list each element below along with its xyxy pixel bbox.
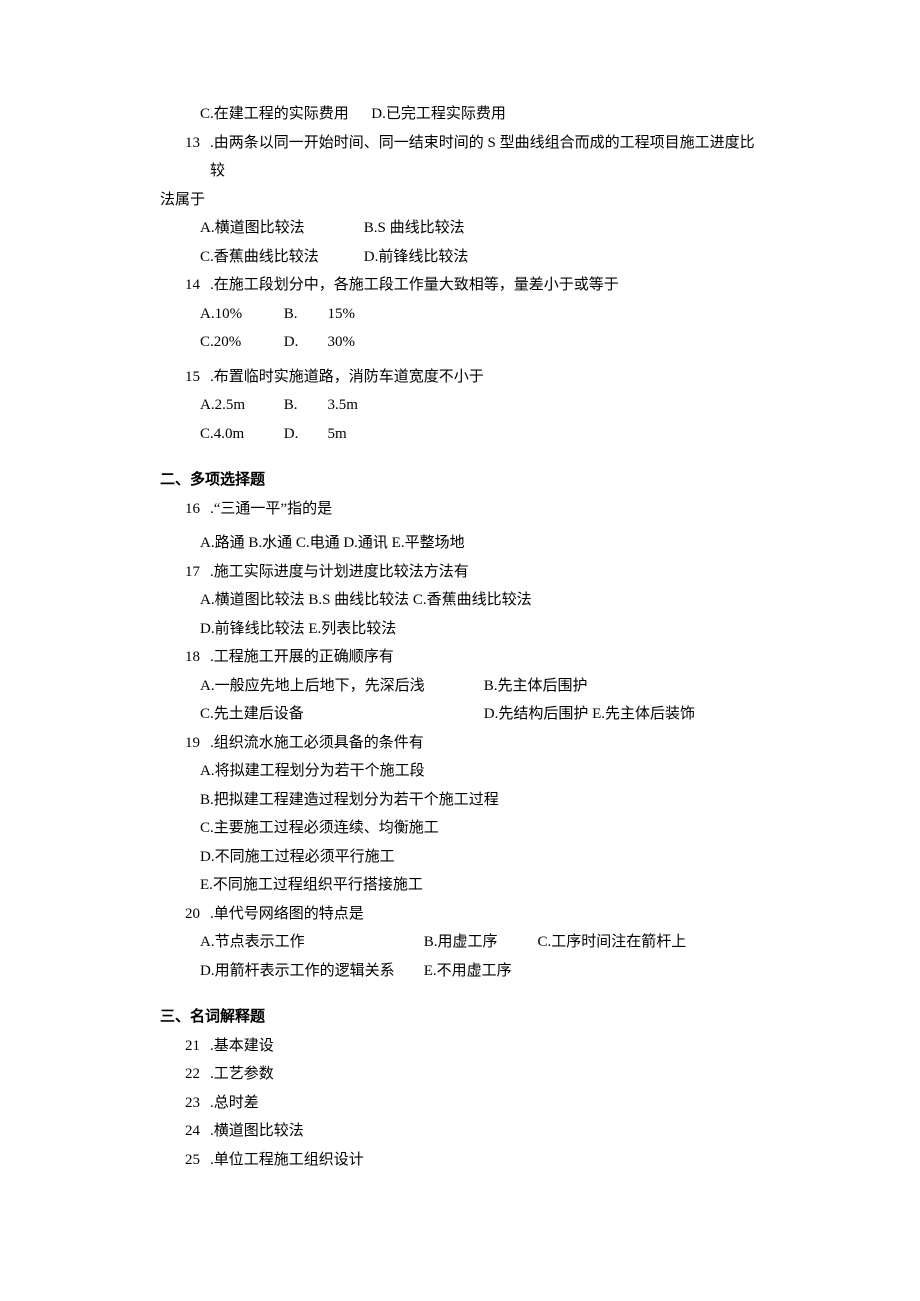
q15-options-row1: A.2.5m B. 3.5m	[160, 391, 760, 420]
q13-stem-line1: .由两条以同一开始时间、同一结束时间的 S 型曲线组合而成的工程项目施工进度比较	[210, 129, 760, 186]
q12-options-row: C.在建工程的实际费用 D.已完工程实际费用	[160, 100, 760, 129]
q25-stem: .单位工程施工组织设计	[210, 1146, 760, 1175]
q13-option-a: A.横道图比较法	[200, 214, 360, 243]
q18-option-a: A.一般应先地上后地下，先深后浅	[200, 672, 480, 701]
q15-number: 15	[160, 363, 210, 392]
q23: 23 .总时差	[160, 1089, 760, 1118]
q21-stem: .基本建设	[210, 1032, 760, 1061]
q14-option-a: A.10%	[200, 300, 280, 329]
q19-number: 19	[160, 729, 210, 758]
q24: 24 .横道图比较法	[160, 1117, 760, 1146]
q15-option-b-label: B.	[284, 391, 324, 420]
q25: 25 .单位工程施工组织设计	[160, 1146, 760, 1175]
q22-stem: .工艺参数	[210, 1060, 760, 1089]
section-2-heading: 二、多项选择题	[160, 466, 760, 495]
q14-number: 14	[160, 271, 210, 300]
q17-options-line1: A.横道图比较法 B.S 曲线比较法 C.香蕉曲线比较法	[160, 586, 760, 615]
q19-option-b: B.把拟建工程建造过程划分为若干个施工过程	[160, 786, 760, 815]
q13-option-d: D.前锋线比较法	[364, 249, 469, 265]
q16: 16 .“三通一平”指的是	[160, 495, 760, 524]
q19-option-e: E.不同施工过程组织平行搭接施工	[160, 871, 760, 900]
q19-option-a: A.将拟建工程划分为若干个施工段	[160, 757, 760, 786]
q18-option-c: C.先土建后设备	[200, 700, 480, 729]
q15-option-c: C.4.0m	[200, 420, 280, 449]
q21: 21 .基本建设	[160, 1032, 760, 1061]
q15-stem: .布置临时实施道路，消防车道宽度不小于	[210, 363, 760, 392]
q23-stem: .总时差	[210, 1089, 760, 1118]
q19: 19 .组织流水施工必须具备的条件有	[160, 729, 760, 758]
q17-stem: .施工实际进度与计划进度比较法方法有	[210, 558, 760, 587]
q18-option-d-e: D.先结构后围护 E.先主体后装饰	[484, 706, 695, 722]
q13: 13 .由两条以同一开始时间、同一结束时间的 S 型曲线组合而成的工程项目施工进…	[160, 129, 760, 186]
q21-number: 21	[160, 1032, 210, 1061]
q17-number: 17	[160, 558, 210, 587]
q20: 20 .单代号网络图的特点是	[160, 900, 760, 929]
q17-options-line2: D.前锋线比较法 E.列表比较法	[160, 615, 760, 644]
q13-stem-line2: 法属于	[5, 186, 760, 215]
q15-option-d-value: 5m	[328, 426, 347, 442]
q20-options-row2: D.用箭杆表示工作的逻辑关系 E.不用虚工序	[160, 957, 760, 986]
q22-number: 22	[160, 1060, 210, 1089]
q14-stem: .在施工段划分中，各施工段工作量大致相等，量差小于或等于	[210, 271, 760, 300]
q19-option-c: C.主要施工过程必须连续、均衡施工	[160, 814, 760, 843]
q16-number: 16	[160, 495, 210, 524]
q20-options-row1: A.节点表示工作 B.用虚工序 C.工序时间注在箭杆上	[160, 928, 760, 957]
q18-options-row1: A.一般应先地上后地下，先深后浅 B.先主体后围护	[160, 672, 760, 701]
q15: 15 .布置临时实施道路，消防车道宽度不小于	[160, 363, 760, 392]
q16-options: A.路通 B.水通 C.电通 D.通讯 E.平整场地	[160, 529, 760, 558]
q15-options-row2: C.4.0m D. 5m	[160, 420, 760, 449]
q14-options-row1: A.10% B. 15%	[160, 300, 760, 329]
q13-options-row1: A.横道图比较法 B.S 曲线比较法	[160, 214, 760, 243]
q22: 22 .工艺参数	[160, 1060, 760, 1089]
q14-options-row2: C.20% D. 30%	[160, 328, 760, 357]
q16-stem: .“三通一平”指的是	[210, 495, 760, 524]
q18-option-b: B.先主体后围护	[484, 678, 588, 694]
q13-option-b: B.S 曲线比较法	[364, 220, 465, 236]
q19-stem: .组织流水施工必须具备的条件有	[210, 729, 760, 758]
q20-stem: .单代号网络图的特点是	[210, 900, 760, 929]
q18: 18 .工程施工开展的正确顺序有	[160, 643, 760, 672]
q14-option-d-value: 30%	[328, 334, 356, 350]
q12-option-d: D.已完工程实际费用	[371, 106, 506, 122]
q20-option-c: C.工序时间注在箭杆上	[538, 934, 687, 950]
q14-option-b-label: B.	[284, 300, 324, 329]
q23-number: 23	[160, 1089, 210, 1118]
q20-option-b: B.用虚工序	[424, 928, 534, 957]
q18-options-row2: C.先土建后设备 D.先结构后围护 E.先主体后装饰	[160, 700, 760, 729]
q18-stem: .工程施工开展的正确顺序有	[210, 643, 760, 672]
q15-option-b-value: 3.5m	[328, 397, 358, 413]
q13-options-row2: C.香蕉曲线比较法 D.前锋线比较法	[160, 243, 760, 272]
q15-option-a: A.2.5m	[200, 391, 280, 420]
q20-number: 20	[160, 900, 210, 929]
q12-option-c: C.在建工程的实际费用	[200, 106, 349, 122]
q13-option-c: C.香蕉曲线比较法	[200, 243, 360, 272]
q14-option-b-value: 15%	[328, 306, 356, 322]
q24-number: 24	[160, 1117, 210, 1146]
q13-number: 13	[160, 129, 210, 186]
q20-option-e: E.不用虚工序	[424, 963, 512, 979]
q15-option-d-label: D.	[284, 420, 324, 449]
q14-option-d-label: D.	[284, 328, 324, 357]
section-3-heading: 三、名词解释题	[160, 1003, 760, 1032]
q25-number: 25	[160, 1146, 210, 1175]
q14: 14 .在施工段划分中，各施工段工作量大致相等，量差小于或等于	[160, 271, 760, 300]
q14-option-c: C.20%	[200, 328, 280, 357]
q20-option-a: A.节点表示工作	[200, 928, 420, 957]
q17: 17 .施工实际进度与计划进度比较法方法有	[160, 558, 760, 587]
q24-stem: .横道图比较法	[210, 1117, 760, 1146]
q19-option-d: D.不同施工过程必须平行施工	[160, 843, 760, 872]
q20-option-d: D.用箭杆表示工作的逻辑关系	[200, 957, 420, 986]
q18-number: 18	[160, 643, 210, 672]
